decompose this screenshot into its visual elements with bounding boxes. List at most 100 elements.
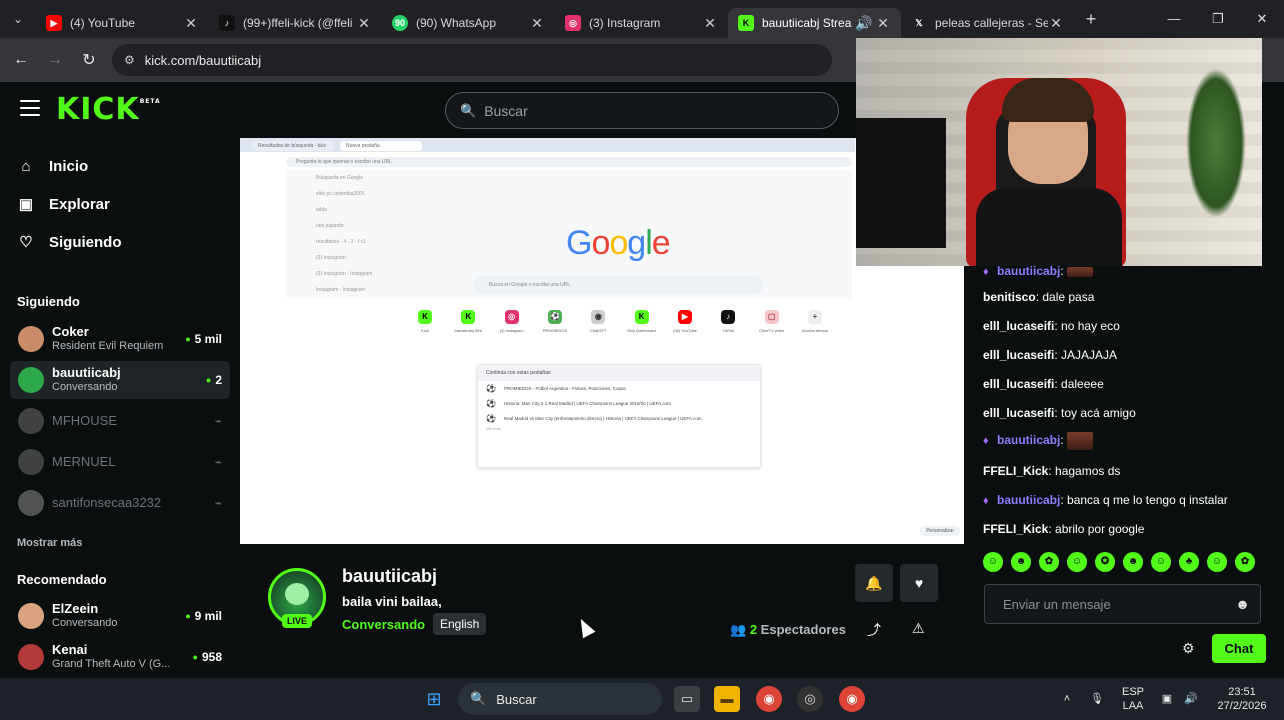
channel-mernuel[interactable]: MERNUEL ⌁: [10, 443, 230, 481]
tab-search-menu[interactable]: ⌄: [0, 0, 36, 38]
chat-username[interactable]: bauutiicabj: [997, 264, 1060, 278]
app-icon[interactable]: ◎: [797, 686, 823, 712]
nav-inicio[interactable]: ⌂ Inicio: [17, 158, 217, 175]
file-explorer-icon[interactable]: ▬: [714, 686, 740, 712]
forward-icon[interactable]: →: [38, 51, 72, 69]
viewers-icon: 👥: [730, 622, 750, 637]
channel-santifonsecaa3232[interactable]: santifonsecaa3232 ⌁: [10, 484, 230, 522]
chat-username[interactable]: bauutiicabj: [997, 433, 1060, 447]
chat-username[interactable]: elll_lucaseifi: [983, 348, 1054, 362]
stream-category[interactable]: Conversando: [342, 617, 425, 632]
following-title: Siguiendo: [17, 294, 80, 309]
channel-kenai[interactable]: KenaiGrand Theft Auto V (G... 958: [10, 638, 230, 676]
heart-follow-icon[interactable]: ♥: [900, 564, 938, 602]
address-bar[interactable]: ⚙ kick.com/bauutiicabj: [112, 44, 832, 76]
close-icon[interactable]: ✕: [875, 15, 891, 32]
new-tab-button[interactable]: +: [1074, 9, 1108, 30]
channel-elzeein[interactable]: ElZeeinConversando 9 mil: [10, 597, 230, 635]
chevron-up-icon[interactable]: ˄: [1058, 678, 1076, 720]
restore-icon[interactable]: ❐: [1196, 0, 1240, 38]
emote-icon[interactable]: ☺: [1067, 552, 1087, 572]
compass-icon: ▣: [18, 196, 34, 213]
channel-bauutiicabj[interactable]: bauutiicabjConversando 2: [10, 361, 230, 399]
chrome-icon[interactable]: ◉: [756, 686, 782, 712]
emoji-icon[interactable]: ☻: [1235, 596, 1250, 612]
emote-icon[interactable]: ☺: [1151, 552, 1171, 572]
minimize-icon[interactable]: —: [1152, 0, 1196, 38]
close-icon[interactable]: ✕: [183, 15, 199, 32]
x-icon: 𝕏: [915, 17, 923, 28]
chat-username[interactable]: bauutiicabj: [997, 493, 1060, 507]
task-view-icon[interactable]: ▭: [674, 686, 700, 712]
volume-icon[interactable]: 🔊: [1182, 678, 1200, 720]
clock[interactable]: 23:51 27/2/2026: [1212, 678, 1272, 720]
emote-icon[interactable]: ✿: [1039, 552, 1059, 572]
emote-icon[interactable]: ☺: [1207, 552, 1227, 572]
report-icon[interactable]: ⚠: [912, 620, 925, 637]
tab-youtube[interactable]: ▶ (4) YouTube ✕: [36, 8, 209, 38]
streamer-name[interactable]: bauutiicabj: [342, 566, 437, 587]
emote-icon[interactable]: ♣: [1179, 552, 1199, 572]
google-shortcuts: K Kick Kbauutiicabj Stre ◎ (3) Instagram ⚽…: [410, 310, 830, 333]
close-window-icon[interactable]: ✕: [1240, 0, 1284, 38]
close-icon[interactable]: ✕: [702, 15, 718, 32]
emote-icon[interactable]: ☺: [983, 552, 1003, 572]
continue-tabs-card: Continúa con estas pestañas PROMIEDOS - …: [477, 364, 761, 468]
emote-icon[interactable]: ✪: [1095, 552, 1115, 572]
shortcut: + Acceso directo: [801, 310, 829, 333]
site-settings-icon[interactable]: ⚙: [124, 53, 135, 67]
back-icon[interactable]: ←: [4, 51, 38, 69]
reload-icon[interactable]: ↻: [72, 50, 106, 70]
show-more-link[interactable]: Mostrar más: [17, 537, 82, 549]
chat-username[interactable]: elll_lucaseifi: [983, 406, 1054, 420]
channel-category: Conversando: [52, 381, 118, 393]
bell-icon[interactable]: 🔔: [855, 564, 893, 602]
emote-icon[interactable]: ☻: [1123, 552, 1143, 572]
chat-message: elll_lucaseifi: no hay eco: [983, 319, 1120, 333]
google-logo: Google: [566, 224, 671, 262]
chat-username[interactable]: benitisco: [983, 290, 1036, 304]
card-row: Real Madrid vs Man City (enfrentamiento …: [478, 411, 760, 426]
nav-label: Siguiendo: [49, 233, 122, 251]
menu-icon[interactable]: [20, 100, 40, 116]
chat-text: toy acá amigo: [1061, 406, 1136, 420]
emote-icon[interactable]: ☻: [1011, 552, 1031, 572]
close-icon[interactable]: ✕: [529, 15, 545, 32]
tab-x[interactable]: 𝕏 peleas callejeras - Se ✕: [901, 8, 1074, 38]
tab-instagram[interactable]: ◎ (3) Instagram ✕: [555, 8, 728, 38]
language-indicator[interactable]: ESP LAA: [1118, 678, 1148, 720]
microphone-icon[interactable]: 🎙: [1088, 678, 1106, 720]
channel-category: Conversando: [52, 617, 118, 629]
tab-tiktok[interactable]: ♪ (99+)ffeli-kick (@ffeli ✕: [209, 8, 382, 38]
close-icon[interactable]: ✕: [356, 15, 372, 32]
offline-icon: ⌁: [214, 455, 222, 469]
shared-omnibox: Pregunta lo que quieras o escribe una UR…: [286, 157, 852, 167]
network-icon[interactable]: ▣: [1158, 678, 1176, 720]
gear-icon[interactable]: ⚙: [1182, 640, 1195, 657]
chat-username[interactable]: elll_lucaseifi: [983, 319, 1054, 333]
search-input[interactable]: 🔍 Buscar: [445, 92, 839, 129]
taskbar-search[interactable]: 🔍 Buscar: [458, 683, 662, 715]
chat-username[interactable]: elll_lucaseifi: [983, 377, 1054, 391]
kick-logo[interactable]: KICKBETA: [56, 92, 161, 127]
nav-explorar[interactable]: ▣ Explorar: [17, 195, 217, 214]
chat-message: FFELI_Kick: abrilo por google: [983, 522, 1145, 536]
chat-username[interactable]: FFELI_Kick: [983, 522, 1048, 536]
windows-start-icon[interactable]: ⊞: [421, 686, 447, 712]
chrome-profile-icon[interactable]: ◉: [839, 686, 865, 712]
share-icon[interactable]: ⤴: [867, 620, 881, 640]
chat-send-button[interactable]: Chat: [1212, 634, 1266, 663]
nav-siguiendo[interactable]: ♡ Siguiendo: [17, 233, 217, 252]
avatar: [18, 644, 44, 670]
language-tag[interactable]: English: [433, 613, 487, 635]
chat-message: ♦ bauutiicabj:: [983, 432, 1094, 450]
speaker-icon[interactable]: 🔊: [853, 15, 875, 32]
emote-icon[interactable]: ✿: [1235, 552, 1255, 572]
tab-kick-active[interactable]: K bauutiicabj Strea 🔊 ✕: [728, 8, 901, 38]
close-icon[interactable]: ✕: [1048, 15, 1064, 32]
chat-input[interactable]: Enviar un mensaje ☻: [984, 584, 1261, 624]
chat-username[interactable]: FFELI_Kick: [983, 464, 1048, 478]
channel-coker[interactable]: CokerResident Evil Requiem 5 mil: [10, 320, 230, 358]
channel-mfhouse[interactable]: MFHOUSE ⌁: [10, 402, 230, 440]
tab-whatsapp[interactable]: 90 (90) WhatsApp ✕: [382, 8, 555, 38]
